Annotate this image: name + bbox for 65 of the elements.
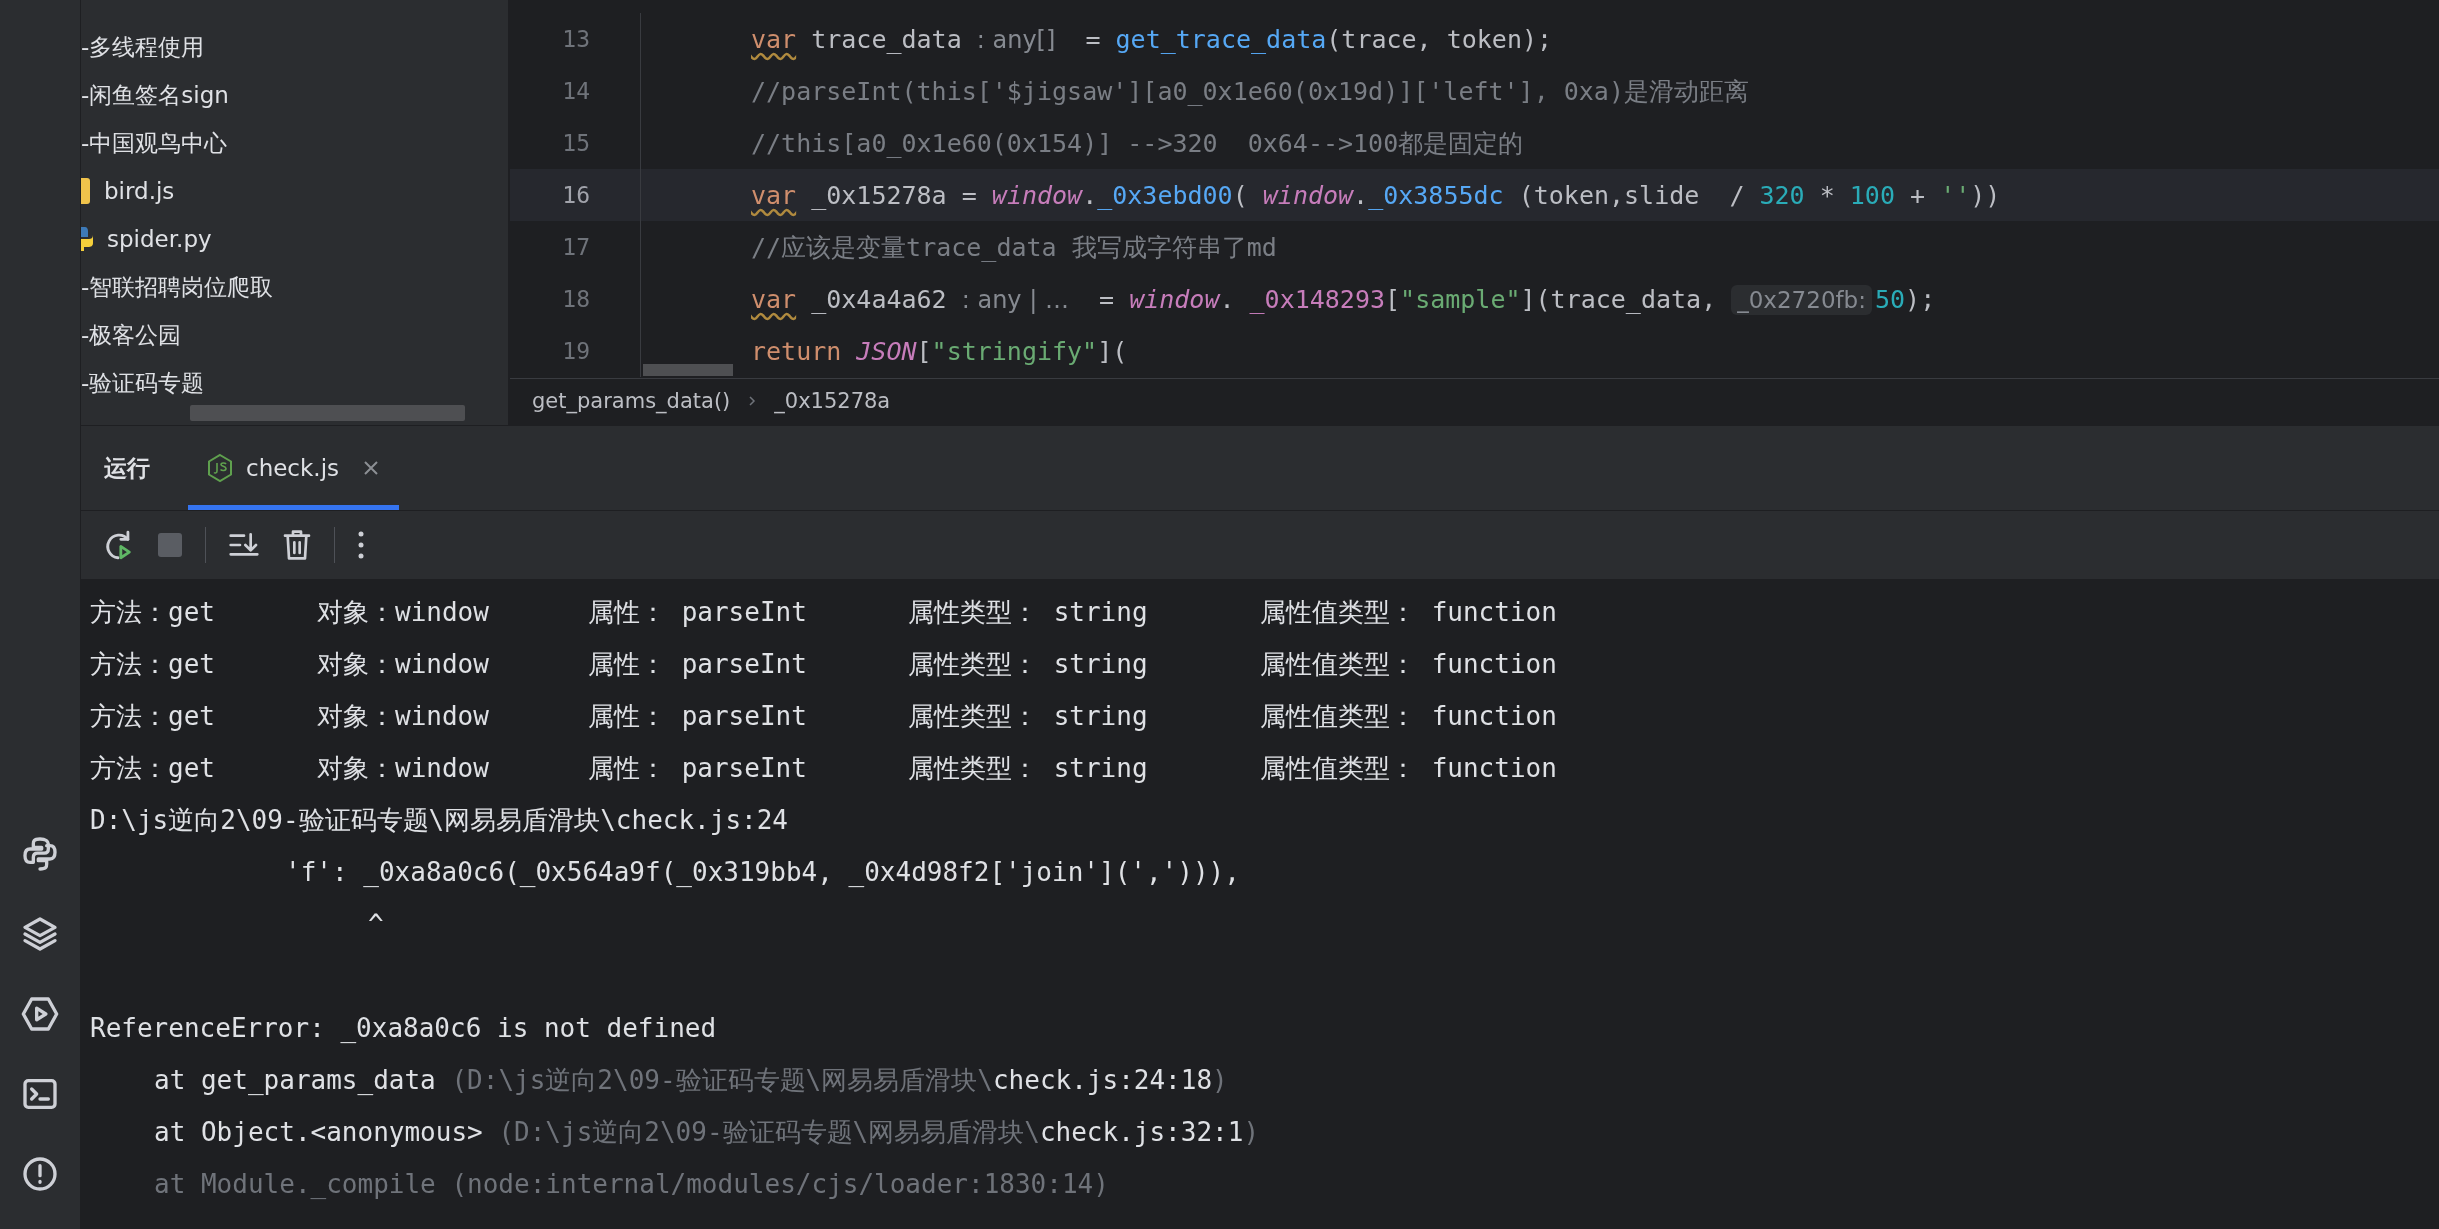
console-message: ReferenceError: _0xa8a0c6 is not defined <box>90 1013 717 1043</box>
run-icon[interactable] <box>20 994 60 1034</box>
log-field: 对象：window <box>317 698 588 734</box>
log-field: 属性类型： string <box>908 646 1260 682</box>
panel-title: 运行 <box>104 453 150 483</box>
caret-marker: ^ <box>368 909 384 939</box>
log-field: 属性： parseInt <box>588 646 908 682</box>
code-line: var trace_data : any[] = get_trace_data(trace, token); <box>751 24 1553 54</box>
line-number: 19 <box>561 338 590 364</box>
stack-trace-line: at Module._compile (node:internal/modules/cjs/loader:1830:14) <box>154 1169 1109 1199</box>
line-number: 16 <box>561 182 590 208</box>
stack-trace-line: at get_params_data (D:\js逆向2\09-验证码专题\网易易盾滑块\check.js:24:18) <box>154 1063 1228 1097</box>
line-number: 15 <box>561 130 590 156</box>
more-icon[interactable] <box>357 530 365 560</box>
line-number: 18 <box>561 286 590 312</box>
log-field: 方法：get <box>90 698 317 734</box>
log-field: 对象：window <box>317 750 588 786</box>
code-comment: //this[a0_0x1e60(0x154)] -->320 0x64-->100都是固定的 <box>751 127 1524 160</box>
console-message: D:\js逆向2\09-验证码专题\网易易盾滑块\check.js:24 <box>90 803 789 837</box>
log-field: 方法：get <box>90 594 317 630</box>
folder-name[interactable]: -多线程使用 <box>81 31 205 63</box>
log-field: 属性： parseInt <box>588 698 908 734</box>
close-icon[interactable] <box>363 460 380 476</box>
log-field: 属性： parseInt <box>588 750 908 786</box>
log-field: 属性值类型： function <box>1260 750 2439 786</box>
folder-name[interactable]: -闲鱼签名sign <box>81 79 229 111</box>
trash-icon[interactable] <box>282 529 312 561</box>
folder-name[interactable]: -验证码专题 <box>81 367 205 399</box>
log-field: 属性值类型： function <box>1260 698 2439 734</box>
log-field: 方法：get <box>90 750 317 786</box>
python-icon[interactable] <box>20 834 60 874</box>
breadcrumb[interactable]: get_params_data() <box>532 389 731 413</box>
node-icon <box>206 453 234 483</box>
code-line: var _0x15278a = window._0x3ebd00( window._0x3855dc (token,slide / 320 * 100 + '')) <box>751 180 2001 210</box>
log-field: 属性类型： string <box>908 750 1260 786</box>
source-excerpt: 'f': _0xa8a0c6(_0x564a9f(_0x319bb4, _0x4d98f2['join'](','))), <box>285 857 1240 887</box>
file-name[interactable]: spider.py <box>107 226 212 252</box>
warning-icon[interactable] <box>20 1154 60 1194</box>
code-comment: //应该是变量trace_data 我写成字符串了md <box>751 231 1277 264</box>
line-number: 17 <box>561 234 590 260</box>
scrollbar-thumb[interactable] <box>190 405 465 421</box>
log-field: 属性值类型： function <box>1260 646 2439 682</box>
chevron-icon <box>748 395 757 407</box>
line-number: 14 <box>561 78 590 104</box>
log-field: 属性值类型： function <box>1260 594 2439 630</box>
log-field: 方法：get <box>90 646 317 682</box>
folder-name[interactable]: -智联招聘岗位爬取 <box>81 271 274 303</box>
code-line: var _0x4a4a62 : any | … = window. _0x148293["sample"](trace_data, _0x2720fb: 50); <box>751 284 1936 314</box>
layers-icon[interactable] <box>20 914 60 954</box>
log-field: 对象：window <box>317 646 588 682</box>
log-field: 属性类型： string <box>908 698 1260 734</box>
log-field: 属性： parseInt <box>588 594 908 630</box>
log-field: 属性类型： string <box>908 594 1260 630</box>
log-field: 对象：window <box>317 594 588 630</box>
js-file-icon <box>81 178 90 204</box>
folder-name[interactable]: -极客公园 <box>81 319 182 351</box>
line-number: 13 <box>561 26 590 52</box>
folder-name[interactable]: -中国观鸟中心 <box>81 127 228 159</box>
code-line: return JSON["stringify"]( <box>751 336 1128 366</box>
code-comment: //parseInt(this['$jigsaw'][a0_0x1e60(0x19d)]['left'], 0xa)是滑动距离 <box>751 75 1749 108</box>
stack-trace-line: at Object.<anonymous> (D:\js逆向2\09-验证码专题\网易易盾滑块\check.js:32:1) <box>154 1115 1260 1149</box>
scrollbar-thumb[interactable] <box>643 364 733 376</box>
file-name[interactable]: bird.js <box>104 178 175 204</box>
breadcrumb[interactable]: _0x15278a <box>774 389 891 413</box>
python-file-icon <box>81 225 93 253</box>
